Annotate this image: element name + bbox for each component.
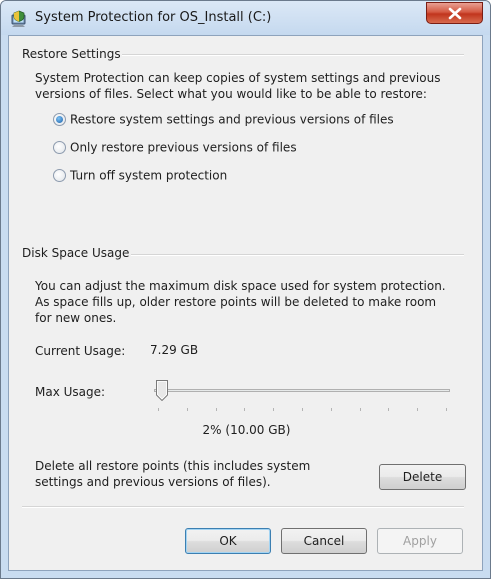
close-button[interactable] <box>426 2 483 24</box>
slider-tick <box>187 408 188 411</box>
close-icon <box>448 7 462 20</box>
radio-button[interactable] <box>53 169 66 182</box>
ok-button[interactable]: OK <box>185 528 271 554</box>
slider-tick <box>158 408 159 411</box>
max-usage-slider-track[interactable] <box>154 389 450 392</box>
delete-button[interactable]: Delete <box>379 464 466 490</box>
max-usage-percent: 2% (10.00 GB) <box>202 423 291 437</box>
radio-label: Only restore previous versions of files <box>70 140 297 155</box>
disk-space-description: You can adjust the maximum disk space us… <box>35 279 446 325</box>
slider-tick <box>388 408 389 411</box>
slider-tick <box>417 408 418 411</box>
slider-tick <box>302 408 303 411</box>
radio-label: Turn off system protection <box>70 168 228 183</box>
slider-tick <box>216 408 217 411</box>
restore-settings-description: System Protection can keep copies of sys… <box>35 71 441 101</box>
radio-button-selected[interactable] <box>53 113 66 126</box>
divider <box>122 54 464 56</box>
disk-space-heading: Disk Space Usage <box>22 246 130 260</box>
slider-tick <box>273 408 274 411</box>
delete-description: Delete all restore points (this includes… <box>35 459 311 489</box>
radio-turn-off-protection[interactable]: Turn off system protection <box>53 168 227 184</box>
radio-label: Restore system settings and previous ver… <box>70 112 394 127</box>
apply-button: Apply <box>377 528 463 554</box>
title-bar[interactable]: System Protection for OS_Install (C:) <box>1 1 490 35</box>
radio-restore-settings-and-files[interactable]: Restore system settings and previous ver… <box>53 112 394 128</box>
current-usage-value: 7.29 GB <box>150 343 199 357</box>
dialog-body: Restore Settings System Protection can k… <box>8 35 483 571</box>
current-usage-label: Current Usage: <box>35 344 126 358</box>
system-protection-window: System Protection for OS_Install (C:) Re… <box>0 0 491 579</box>
divider <box>131 254 464 256</box>
shield-computer-icon <box>11 10 26 27</box>
slider-tick <box>331 408 332 411</box>
radio-button[interactable] <box>53 141 66 154</box>
cancel-button[interactable]: Cancel <box>281 528 367 554</box>
slider-tick <box>244 408 245 411</box>
window-title: System Protection for OS_Install (C:) <box>35 10 272 25</box>
radio-only-restore-files[interactable]: Only restore previous versions of files <box>53 140 297 156</box>
divider <box>22 506 464 508</box>
max-usage-slider-thumb[interactable] <box>156 380 168 401</box>
restore-settings-heading: Restore Settings <box>22 47 121 61</box>
slider-tick <box>360 408 361 411</box>
slider-tick <box>446 408 447 411</box>
max-usage-label: Max Usage: <box>35 385 106 399</box>
